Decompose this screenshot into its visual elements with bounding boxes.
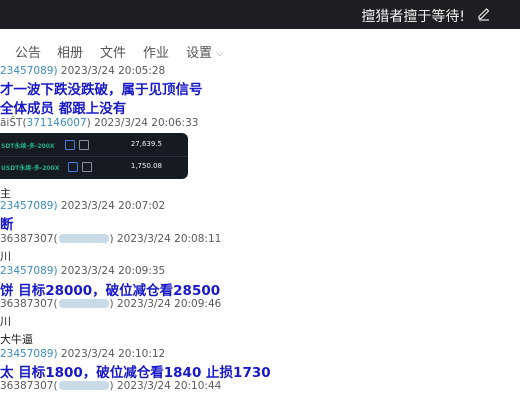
sender-id: 36387307( [0,233,58,245]
tab-settings[interactable]: 设置 ⌵ [186,42,224,61]
message-header: 23457089) 2023/3/24 20:09:35 [0,265,165,277]
position-name: USDT永续-多-200X [1,165,60,172]
message-header: ãiŜT(371146007) 2023/3/24 20:06:33 [0,117,199,129]
chevron-down-icon: ⌵ [216,48,224,59]
share-icon [65,140,75,150]
message-text: 饼 目标28000，破位减仓看28500 [0,283,221,299]
redacted-name [58,299,109,308]
message-header: 36387307() 2023/3/24 20:09:46 [0,298,222,310]
message-header: 36387307() 2023/3/24 20:10:44 [0,380,222,392]
message-time: 2023/3/24 20:06:33 [94,117,199,129]
title-bar: 擅猎者擅于等待! [0,0,520,29]
message-text: 太 目标1800，破位减仓看1840 止损1730 [0,365,271,381]
message-time: 2023/3/24 20:10:44 [116,380,222,392]
user-id[interactable]: 371146007 [27,117,87,129]
message-header: 36387307() 2023/3/24 20:08:11 [0,233,222,245]
message-text: 川 [0,250,11,263]
position-price: 27,639.5 [130,140,162,148]
tab-announcement[interactable]: 公告 [15,42,41,61]
tab-album[interactable]: 相册 [57,42,83,61]
edit-icon [79,140,89,150]
pencil-icon[interactable] [476,6,492,22]
tab-files[interactable]: 文件 [100,42,126,61]
message-text: 才一波下跌没跌破，属于见顶信号 [0,82,203,98]
user-id[interactable]: 23457089) [0,65,58,77]
share-icon [68,162,78,172]
message-text: 主 [0,187,11,200]
message-time: 2023/3/24 20:05:28 [60,65,166,77]
window-title: 擅猎者擅于等待! [361,9,465,25]
message-text: 川 [0,315,11,328]
tab-homework[interactable]: 作业 [143,42,169,61]
sender-name: ãiŜT [0,117,23,129]
tab-settings-label: 设置 [186,46,213,61]
sender-id: 36387307( [0,380,58,392]
message-time: 2023/3/24 20:09:46 [116,298,222,310]
position-row: SDT永续-多-200X 27,639.5 [0,138,188,152]
message-text: 全体成员 都跟上没有 [0,101,127,117]
message-header: 23457089) 2023/3/24 20:05:28 [0,65,165,77]
position-name: SDT永续-多-200X [1,143,55,150]
message-text: 大牛逼 [0,333,33,346]
position-row: USDT永续-多-200X 1,750.08 [0,160,188,174]
position-screenshot-image[interactable]: SDT永续-多-200X 27,639.5 USDT永续-多-200X 1,75… [0,133,188,179]
message-header: 23457089) 2023/3/24 20:07:02 [0,200,165,212]
message-header: 23457089) 2023/3/24 20:10:12 [0,348,165,360]
message-time: 2023/3/24 20:10:12 [60,348,166,360]
user-id[interactable]: 23457089) [0,200,58,212]
message-text: 断 [0,217,14,233]
position-price: 1,750.08 [130,162,162,170]
redacted-name [58,234,109,243]
chat-message-list[interactable]: 23457089) 2023/3/24 20:05:28 才一波下跌没跌破，属于… [0,63,520,400]
user-id[interactable]: 23457089) [0,348,58,360]
user-id[interactable]: 23457089) [0,265,58,277]
sender-id: 36387307( [0,298,58,310]
message-time: 2023/3/24 20:09:35 [60,265,166,277]
card-divider [0,156,188,157]
edit-icon [82,162,92,172]
group-tabs: 公告 相册 文件 作业 设置 ⌵ [0,29,520,63]
message-time: 2023/3/24 20:08:11 [116,233,222,245]
redacted-name [58,381,109,390]
message-time: 2023/3/24 20:07:02 [60,200,166,212]
